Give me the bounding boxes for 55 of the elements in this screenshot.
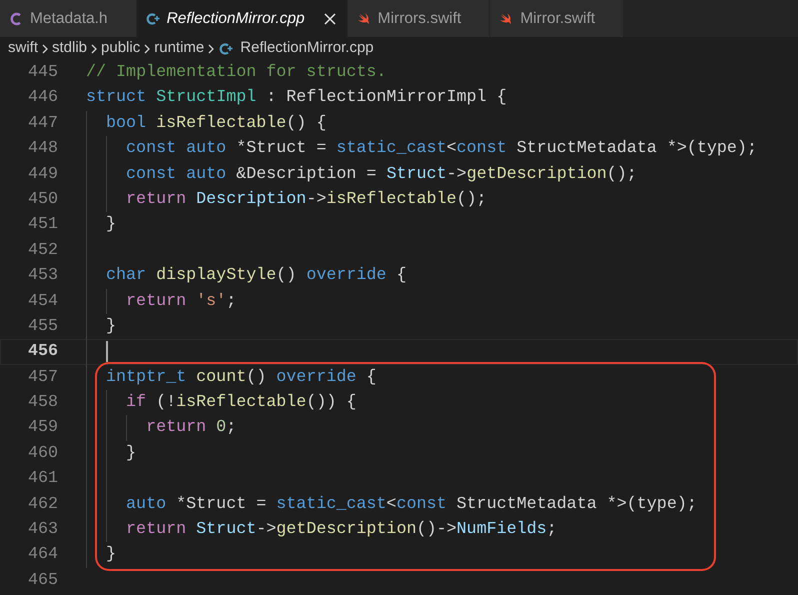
line-number: 464 [26, 544, 58, 566]
code-line: return 's'; [126, 290, 236, 313]
line-number: 458 [26, 392, 58, 414]
line-number: 459 [26, 417, 58, 440]
line-number: 448 [26, 138, 58, 160]
cpp-file-icon [144, 10, 161, 26]
code-line: intptr_t count() override { [106, 366, 376, 389]
code-line: // Implementation for structs. [86, 62, 386, 84]
line-number: 453 [26, 265, 58, 288]
editor-tab[interactable]: Mirror.swift [490, 0, 624, 37]
close-icon[interactable] [322, 12, 337, 26]
code-line: const auto *Struct = static_cast<const StructMetadata *>(type); [126, 138, 757, 160]
code-line: bool isReflectable() { [106, 112, 326, 135]
code-line: return Description->isReflectable(); [126, 188, 487, 211]
editor-tab[interactable]: Mirrors.swift [348, 0, 490, 37]
chevron-icon [40, 42, 50, 54]
line-number: 457 [26, 366, 58, 389]
editor-tab[interactable]: ReflectionMirror.cpp [136, 0, 348, 37]
chevron-icon [89, 42, 100, 54]
line-number: 446 [26, 87, 58, 110]
breadcrumb-item[interactable]: public [101, 37, 140, 60]
line-number: 454 [26, 290, 58, 313]
code-line: } [126, 442, 136, 465]
line-number: 456 [26, 341, 58, 364]
code-line: } [106, 316, 116, 338]
code-line: if (!isReflectable()) { [126, 392, 356, 414]
chevron-icon [206, 42, 216, 54]
line-number: 465 [26, 570, 58, 592]
cpp-file-icon [218, 40, 234, 56]
code-line: auto *Struct = static_cast<const StructMetadata *>(type); [126, 494, 697, 516]
code-line: const auto &Description = Struct->getDescription(); [126, 164, 637, 186]
line-number: 450 [26, 188, 58, 211]
line-number: 445 [26, 62, 58, 84]
text-cursor [106, 341, 108, 362]
code-line: return Struct->getDescription()->NumFields; [126, 519, 557, 542]
line-number: 451 [26, 214, 58, 236]
breadcrumb-item[interactable]: ReflectionMirror.cpp [240, 37, 374, 60]
line-number: 449 [26, 164, 58, 186]
line-number: 452 [26, 240, 58, 262]
code-line: struct StructImpl : ReflectionMirrorImpl { [86, 87, 507, 110]
line-number: 462 [26, 494, 58, 516]
line-number: 460 [26, 442, 58, 465]
line-number: 461 [26, 468, 58, 490]
code-line: return 0; [146, 417, 236, 440]
chevron-icon [142, 42, 152, 54]
code-line: char displayStyle() override { [106, 265, 406, 288]
breadcrumb-item[interactable]: swift [8, 37, 38, 60]
code-line: } [106, 214, 116, 236]
breadcrumb-item[interactable]: stdlib [52, 37, 88, 60]
breadcrumb-item[interactable]: runtime [154, 37, 204, 60]
line-number: 463 [26, 519, 58, 542]
line-number: 447 [26, 112, 58, 135]
editor-tab[interactable]: Metadata.h [0, 0, 137, 37]
line-number: 455 [26, 316, 58, 338]
code-line: } [106, 544, 116, 566]
